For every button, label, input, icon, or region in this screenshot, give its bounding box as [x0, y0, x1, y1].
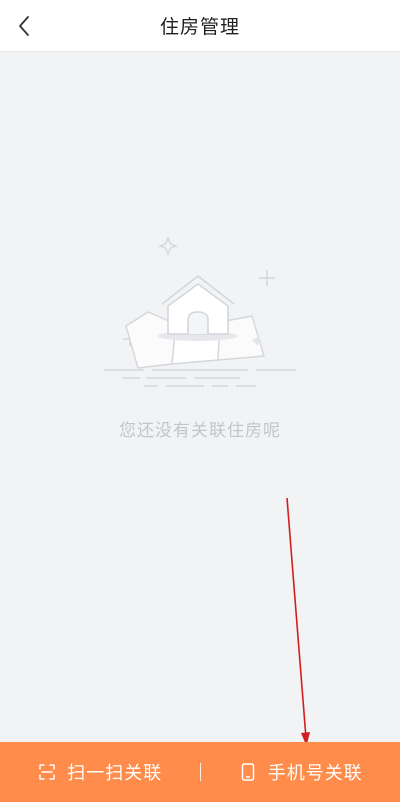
phone-link-button[interactable]: 手机号关联 — [201, 742, 400, 802]
top-nav-bar: 住房管理 — [0, 0, 400, 52]
house-management-screen: 住房管理 您还没有关联住房呢 扫一扫关联 手机号关联 — [0, 0, 400, 802]
annotation-arrow-icon — [286, 497, 310, 746]
scan-icon — [37, 762, 57, 782]
scan-link-button[interactable]: 扫一扫关联 — [0, 742, 200, 802]
bottom-action-bar: 扫一扫关联 手机号关联 — [0, 742, 400, 802]
empty-state-message: 您还没有关联住房呢 — [119, 421, 281, 441]
phone-link-label: 手机号关联 — [267, 763, 363, 784]
empty-house-icon — [104, 236, 296, 387]
scan-link-label: 扫一扫关联 — [67, 763, 163, 784]
page-title: 住房管理 — [159, 16, 240, 38]
phone-icon — [238, 762, 258, 782]
